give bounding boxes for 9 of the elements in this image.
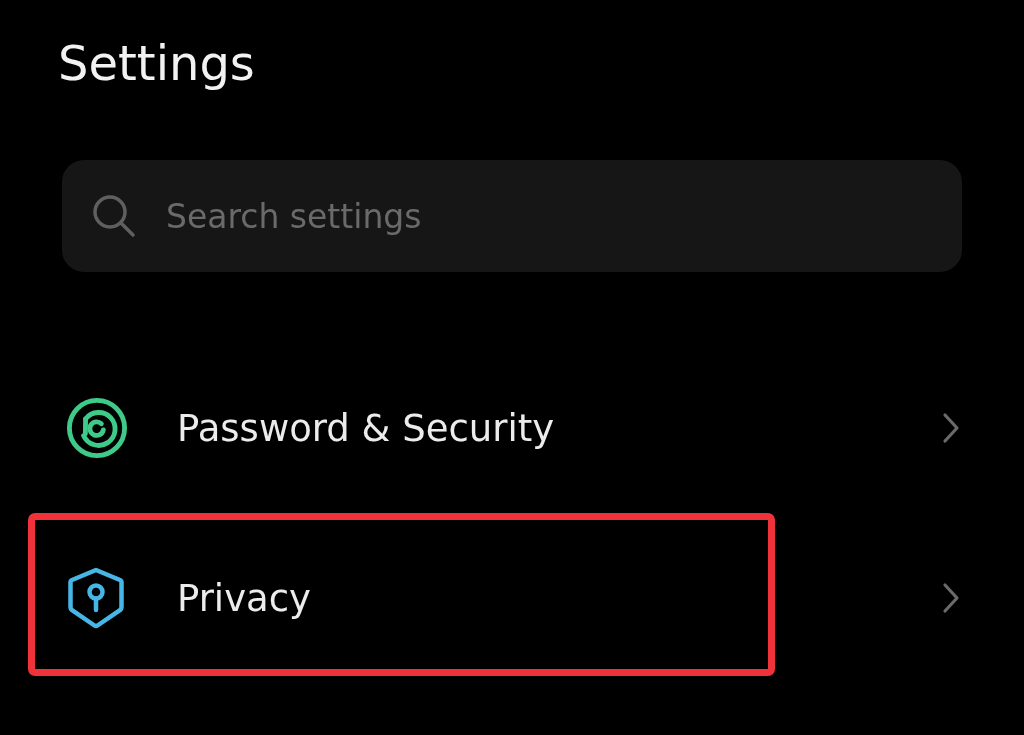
shield-keyhole-icon [68,567,124,629]
search-field[interactable]: Search settings [62,160,962,272]
settings-item[interactable]: Privacy [0,513,1024,683]
target-icon [66,397,128,459]
settings-item[interactable]: Password & Security [0,343,1024,513]
page-title: Settings [58,34,255,93]
chevron-icon [942,412,960,444]
search-icon [92,194,136,238]
chevron-icon [942,582,960,614]
